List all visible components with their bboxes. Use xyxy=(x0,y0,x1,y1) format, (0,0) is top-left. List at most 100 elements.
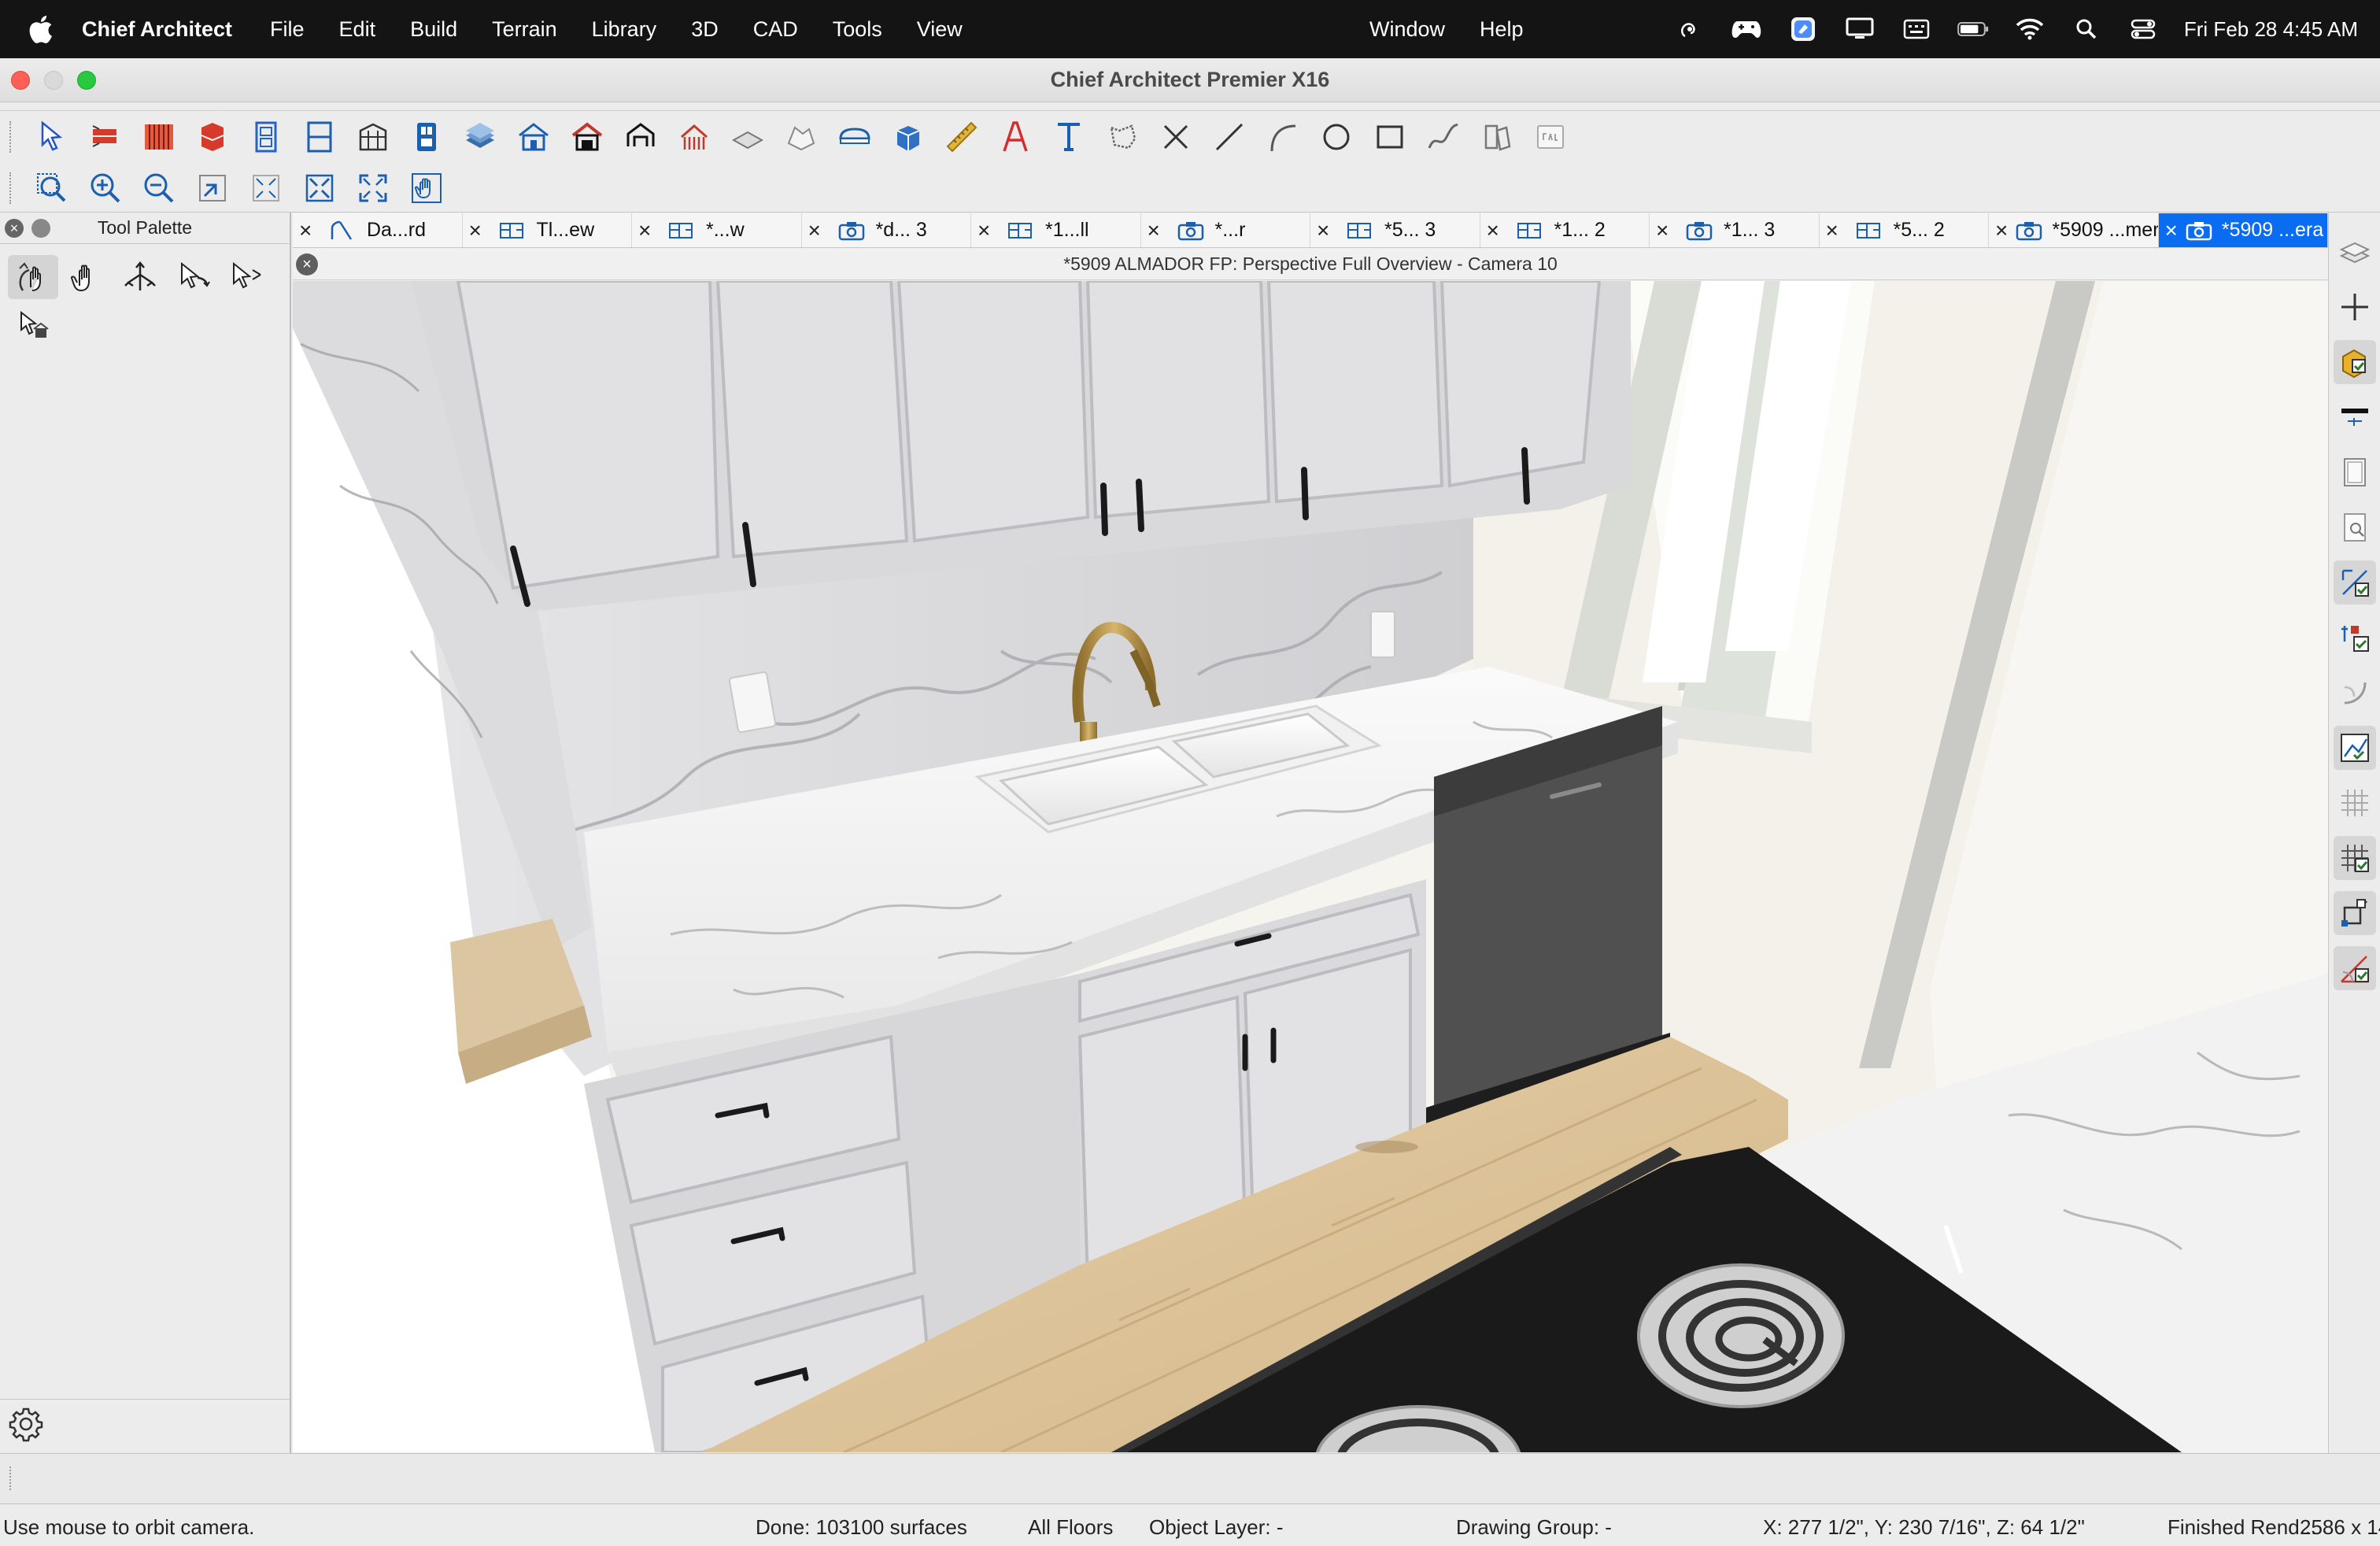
layers-icon[interactable] xyxy=(2334,230,2376,274)
door-icon[interactable] xyxy=(239,114,293,160)
arc-icon[interactable] xyxy=(1256,114,1310,160)
select-pointer-tool[interactable] xyxy=(222,255,272,299)
display-icon[interactable] xyxy=(1844,17,1876,42)
polyline-icon[interactable] xyxy=(1096,114,1149,160)
close-tab-icon[interactable]: × xyxy=(1148,218,1170,243)
dimension-check-icon[interactable] xyxy=(2333,560,2376,605)
dollhouse-tool[interactable] xyxy=(8,304,58,348)
curve-icon[interactable] xyxy=(2334,671,2376,715)
window-icon[interactable] xyxy=(293,114,346,160)
menu-help[interactable]: Help xyxy=(1480,17,1524,42)
toolbar-grip[interactable] xyxy=(9,120,14,153)
tab-view-7[interactable]: × *5... 3 xyxy=(1310,213,1480,247)
close-tab-icon[interactable]: × xyxy=(299,218,321,243)
railing-icon[interactable] xyxy=(132,114,186,160)
pan-hand-tool[interactable] xyxy=(61,255,112,299)
house-icon[interactable] xyxy=(507,114,560,160)
edit-camera-tool[interactable] xyxy=(168,255,219,299)
zoom-icon[interactable] xyxy=(25,165,79,211)
menu-edit[interactable]: Edit xyxy=(339,17,376,42)
fill-window-all-icon[interactable] xyxy=(293,165,346,211)
apple-menu-icon[interactable] xyxy=(0,15,82,43)
text-style-icon[interactable] xyxy=(989,114,1042,160)
spacer-bar-icon[interactable] xyxy=(2334,395,2376,439)
grid-icon[interactable] xyxy=(2334,781,2376,825)
menu-build[interactable]: Build xyxy=(410,17,457,42)
library-icon[interactable] xyxy=(1470,114,1524,160)
search-doc-icon[interactable] xyxy=(2334,505,2376,549)
box-3d-icon[interactable] xyxy=(881,114,935,160)
menu-view[interactable]: View xyxy=(917,17,963,42)
spline-icon[interactable] xyxy=(1417,114,1470,160)
tab-view-1[interactable]: × Da...rd xyxy=(293,213,463,247)
circle-icon[interactable] xyxy=(1310,114,1363,160)
wifi-icon[interactable] xyxy=(2014,17,2046,42)
tab-view-9[interactable]: × *1... 3 xyxy=(1650,213,1820,247)
game-controller-icon[interactable] xyxy=(1731,17,1762,42)
zoom-in-icon[interactable] xyxy=(79,165,132,211)
object-snap-icon[interactable] xyxy=(2333,891,2376,935)
shape-icon[interactable] xyxy=(828,114,881,160)
rectangle-icon[interactable] xyxy=(1363,114,1417,160)
battery-icon[interactable] xyxy=(1957,17,1989,42)
grid-snap-icon[interactable] xyxy=(2333,836,2376,880)
graph-check-icon[interactable] xyxy=(2333,726,2376,770)
material-painter-icon[interactable] xyxy=(2333,340,2376,384)
launcher-icon[interactable] xyxy=(1787,17,1819,42)
menu-file[interactable]: File xyxy=(270,17,305,42)
close-tab-icon[interactable]: × xyxy=(1995,218,2008,243)
framing-icon[interactable] xyxy=(667,114,721,160)
roof-icon[interactable] xyxy=(453,114,507,160)
menu-terrain[interactable]: Terrain xyxy=(492,17,557,42)
toolbar-grip[interactable] xyxy=(9,1466,13,1490)
camera-3d-viewport[interactable] xyxy=(293,281,2328,1452)
x-break-icon[interactable] xyxy=(1149,114,1203,160)
close-tab-icon[interactable]: × xyxy=(638,218,660,243)
tab-view-10[interactable]: × *5... 2 xyxy=(1820,213,1989,247)
close-tab-icon[interactable]: × xyxy=(1487,218,1509,243)
zoom-out-icon[interactable] xyxy=(132,165,186,211)
toolbar-grip[interactable] xyxy=(9,172,14,204)
move-camera-tool[interactable] xyxy=(115,255,165,299)
rendered-kitchen-scene[interactable] xyxy=(293,281,2328,1452)
close-tab-icon[interactable]: × xyxy=(978,218,1000,243)
close-tab-icon[interactable]: × xyxy=(469,218,491,243)
app-name-menu[interactable]: Chief Architect xyxy=(82,17,232,42)
angle-snap-icon[interactable] xyxy=(2333,946,2376,990)
page-icon[interactable] xyxy=(2334,450,2376,494)
garage-icon[interactable] xyxy=(560,114,614,160)
terrain-icon[interactable] xyxy=(774,114,828,160)
room-icon[interactable] xyxy=(346,114,400,160)
fullscreen-icon[interactable] xyxy=(346,165,400,211)
undock-palette-button[interactable] xyxy=(31,219,50,238)
tab-view-8[interactable]: × *1... 2 xyxy=(1480,213,1650,247)
close-tab-icon[interactable]: × xyxy=(1826,218,1848,243)
orbit-camera-tool[interactable] xyxy=(8,255,58,299)
floor-plane-icon[interactable] xyxy=(721,114,774,160)
select-objects-icon[interactable] xyxy=(25,114,79,160)
menu-tools[interactable]: Tools xyxy=(833,17,882,42)
fill-window-icon[interactable] xyxy=(239,165,293,211)
keyboard-icon[interactable] xyxy=(1901,17,1932,42)
undo-zoom-icon[interactable] xyxy=(186,165,239,211)
menu-3d[interactable]: 3D xyxy=(691,17,719,42)
menu-library[interactable]: Library xyxy=(592,17,657,42)
menu-window[interactable]: Window xyxy=(1369,17,1445,42)
control-center-icon[interactable] xyxy=(2127,17,2159,42)
text-icon[interactable] xyxy=(1042,114,1096,160)
object-check-icon[interactable] xyxy=(2334,616,2376,660)
tab-view-12[interactable]: × *5909 ...era 10 xyxy=(2158,213,2328,247)
tab-view-11[interactable]: × *5909 ...mera 9 xyxy=(1989,213,2159,247)
wall-tool-icon[interactable] xyxy=(79,114,132,160)
tab-view-6[interactable]: × *...r xyxy=(1141,213,1310,247)
spotlight-search-icon[interactable] xyxy=(2071,17,2102,42)
tab-view-5[interactable]: × *1...ll xyxy=(971,213,1141,247)
dormer-icon[interactable] xyxy=(614,114,667,160)
close-tab-icon[interactable]: × xyxy=(1317,218,1339,243)
cabinet-icon[interactable] xyxy=(186,114,239,160)
tab-view-3[interactable]: × *...w xyxy=(632,213,802,247)
close-palette-button[interactable]: × xyxy=(5,219,24,238)
pan-icon[interactable] xyxy=(400,165,453,211)
close-tab-icon[interactable]: × xyxy=(808,218,830,243)
stairs-icon[interactable] xyxy=(400,114,453,160)
